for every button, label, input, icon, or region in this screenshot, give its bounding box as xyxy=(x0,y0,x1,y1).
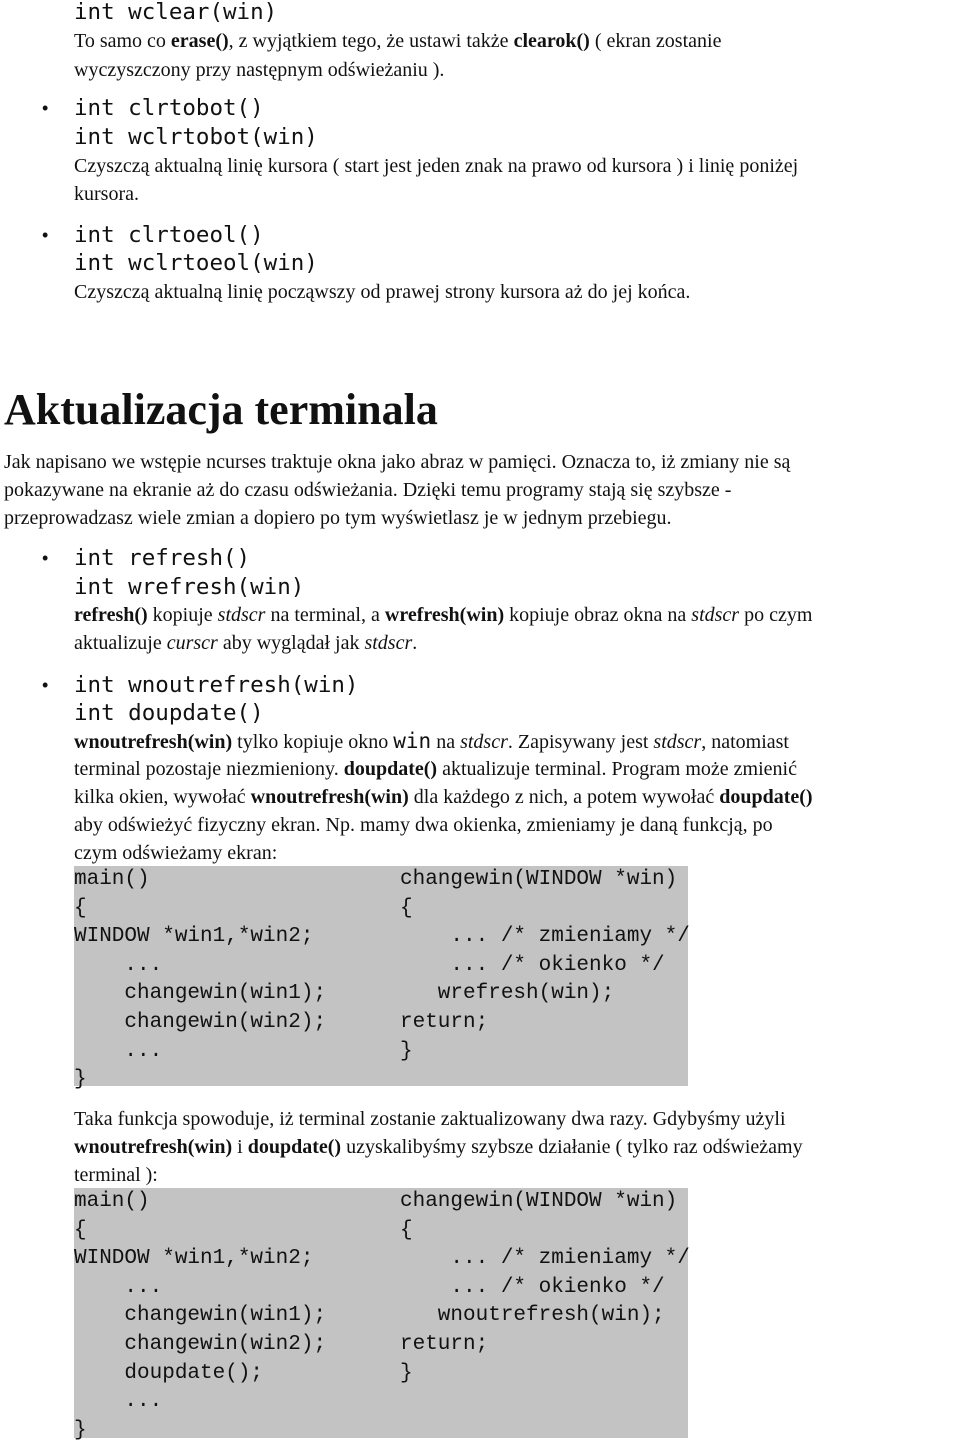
code-term: win xyxy=(393,729,432,753)
bold-term: wnoutrefresh(win) xyxy=(74,731,233,753)
italic-term: stdscr xyxy=(653,731,702,753)
description-line: kursora. xyxy=(74,180,139,208)
italic-term: stdscr xyxy=(217,604,266,626)
description-line: terminal pozostaje niezmieniony. doupdat… xyxy=(74,755,797,783)
italic-term: stdscr xyxy=(364,632,413,654)
bold-term: doupdate() xyxy=(719,786,813,808)
code-block-wnoutrefresh: main() { WINDOW *win1,*win2; ... changew… xyxy=(74,1188,690,1442)
text-run: ( ekran zostanie xyxy=(589,30,722,52)
bold-term: refresh() xyxy=(74,604,148,626)
function-signature: int clrtoeol() xyxy=(74,221,264,249)
code-changewin: changewin(WINDOW *win) { ... /* zmieniam… xyxy=(400,868,690,1063)
bold-term: doupdate() xyxy=(247,1136,342,1158)
text-run: int wrefresh(win) xyxy=(74,574,305,600)
text-run: pokazywane na ekranie aż do czasu odświe… xyxy=(4,479,732,501)
bullet: • xyxy=(42,98,49,118)
code-main: main() { WINDOW *win1,*win2; ... changew… xyxy=(74,1190,327,1442)
bold-term: wrefresh(win) xyxy=(384,604,505,626)
bold-term: clearok() xyxy=(513,30,590,52)
function-signature: int wrefresh(win) xyxy=(74,573,304,601)
text-run: Aktualizacja terminala xyxy=(4,385,438,434)
description-line: czym odświeżamy ekran: xyxy=(74,839,277,867)
text-run: Czyszczą aktualną linię kursora ( start … xyxy=(74,155,799,177)
function-signature: int refresh() xyxy=(74,544,250,572)
description-line: terminal ): xyxy=(74,1161,158,1189)
text-run: int wclear(win) xyxy=(74,0,278,25)
function-signature: int clrtobot() xyxy=(74,94,264,122)
description-line: aktualizuje curscr aby wyglądał jak stds… xyxy=(74,629,417,657)
text-run: aktualizuje xyxy=(74,632,167,654)
text-run: na terminal, a xyxy=(265,604,385,626)
function-signature: int doupdate() xyxy=(74,699,264,727)
description-line: Taka funkcja spowoduje, iż terminal zost… xyxy=(74,1105,786,1133)
bold-term: doupdate() xyxy=(343,758,438,780)
description-line: wnoutrefresh(win) tylko kopiuje okno win… xyxy=(74,727,789,755)
italic-term: stdscr xyxy=(460,731,508,753)
bold-term: wnoutrefresh(win) xyxy=(74,1136,233,1158)
description-line: Czyszczą aktualną linię kursora ( start … xyxy=(74,152,798,180)
text-run: dla każdego z nich, a potem wywołać xyxy=(408,786,720,808)
code-main: main() { WINDOW *win1,*win2; ... changew… xyxy=(74,868,327,1092)
text-run: i xyxy=(232,1136,248,1158)
description-line: kilka okien, wywołać wnoutrefresh(win) d… xyxy=(74,783,813,811)
text-run: aby odświeżyć fizyczny ekran. Np. mamy d… xyxy=(74,814,773,836)
text-run: Jak napisano we wstępie ncurses traktuje… xyxy=(4,451,791,473)
text-run: Czyszczą aktualną linię począwszy od pra… xyxy=(74,281,691,303)
text-run: wyczyszczony przy następnym odświeżaniu … xyxy=(74,59,445,81)
text-run: . Zapisywany jest xyxy=(507,731,654,753)
code-changewin: changewin(WINDOW *win) { ... /* zmieniam… xyxy=(400,1190,690,1385)
italic-term: curscr xyxy=(166,632,218,654)
description-line: Czyszczą aktualną linię począwszy od pra… xyxy=(74,278,690,306)
text-run: kilka okien, wywołać xyxy=(74,786,251,808)
text-run: Taka funkcja spowoduje, iż terminal zost… xyxy=(74,1108,786,1130)
text-run: int clrtobot() xyxy=(74,95,264,121)
text-run: terminal pozostaje niezmieniony. xyxy=(74,758,344,780)
text-run: , natomiast xyxy=(701,731,789,753)
function-signature: int wclear(win) xyxy=(74,0,277,26)
text-run: int wclrtobot(win) xyxy=(74,124,318,150)
description-line: aby odświeżyć fizyczny ekran. Np. mamy d… xyxy=(74,811,773,839)
bullet: • xyxy=(42,548,49,568)
text-run: czym odświeżamy ekran: xyxy=(74,842,278,864)
code-block-wrefresh: main() { WINDOW *win1,*win2; ... changew… xyxy=(74,866,690,1091)
text-run: kopiuje obraz okna na xyxy=(504,604,692,626)
text-run: przeprowadzasz wiele zmian a dopiero po … xyxy=(4,507,672,529)
paragraph-line: przeprowadzasz wiele zmian a dopiero po … xyxy=(4,504,672,532)
function-signature: int wnoutrefresh(win) xyxy=(74,671,358,699)
text-run: int clrtoeol() xyxy=(74,222,264,248)
text-run: int wclrtoeol(win) xyxy=(74,250,318,276)
text-run: uzyskalibyśmy szybsze działanie ( tylko … xyxy=(341,1136,803,1158)
text-run: int wnoutrefresh(win) xyxy=(74,672,359,698)
description-line: refresh() kopiuje stdscr na terminal, a … xyxy=(74,601,812,629)
text-run: kursora. xyxy=(74,183,139,205)
italic-term: stdscr xyxy=(691,604,740,626)
text-run: . xyxy=(412,632,418,654)
description-line: wnoutrefresh(win) i doupdate() uzyskalib… xyxy=(74,1133,803,1161)
bullet: • xyxy=(42,675,49,695)
bold-term: erase() xyxy=(170,30,229,52)
text-run: na xyxy=(431,731,461,753)
text-run: aktualizuje terminal. Program może zmien… xyxy=(437,758,797,780)
function-signature: int wclrtoeol(win) xyxy=(74,249,318,277)
paragraph-line: pokazywane na ekranie aż do czasu odświe… xyxy=(4,476,731,504)
text-run: aby wyglądał jak xyxy=(217,632,365,654)
bullet: • xyxy=(42,225,49,245)
description-line: To samo co erase(), z wyjątkiem tego, że… xyxy=(74,27,721,55)
function-signature: int wclrtobot(win) xyxy=(74,123,318,151)
paragraph-line: Jak napisano we wstępie ncurses traktuje… xyxy=(4,448,790,476)
text-run: po czym xyxy=(739,604,813,626)
text-run: tylko kopiuje okno xyxy=(232,731,394,753)
text-run: kopiuje xyxy=(147,604,218,626)
bold-term: wnoutrefresh(win) xyxy=(250,786,409,808)
text-run: To samo co xyxy=(74,30,171,52)
text-run: int doupdate() xyxy=(74,700,264,726)
description-line: wyczyszczony przy następnym odświeżaniu … xyxy=(74,56,444,84)
section-heading: Aktualizacja terminala xyxy=(4,385,438,435)
text-run: terminal ): xyxy=(74,1164,158,1186)
text-run: int refresh() xyxy=(74,545,251,571)
text-run: , z wyjątkiem tego, że ustawi także xyxy=(228,30,514,52)
